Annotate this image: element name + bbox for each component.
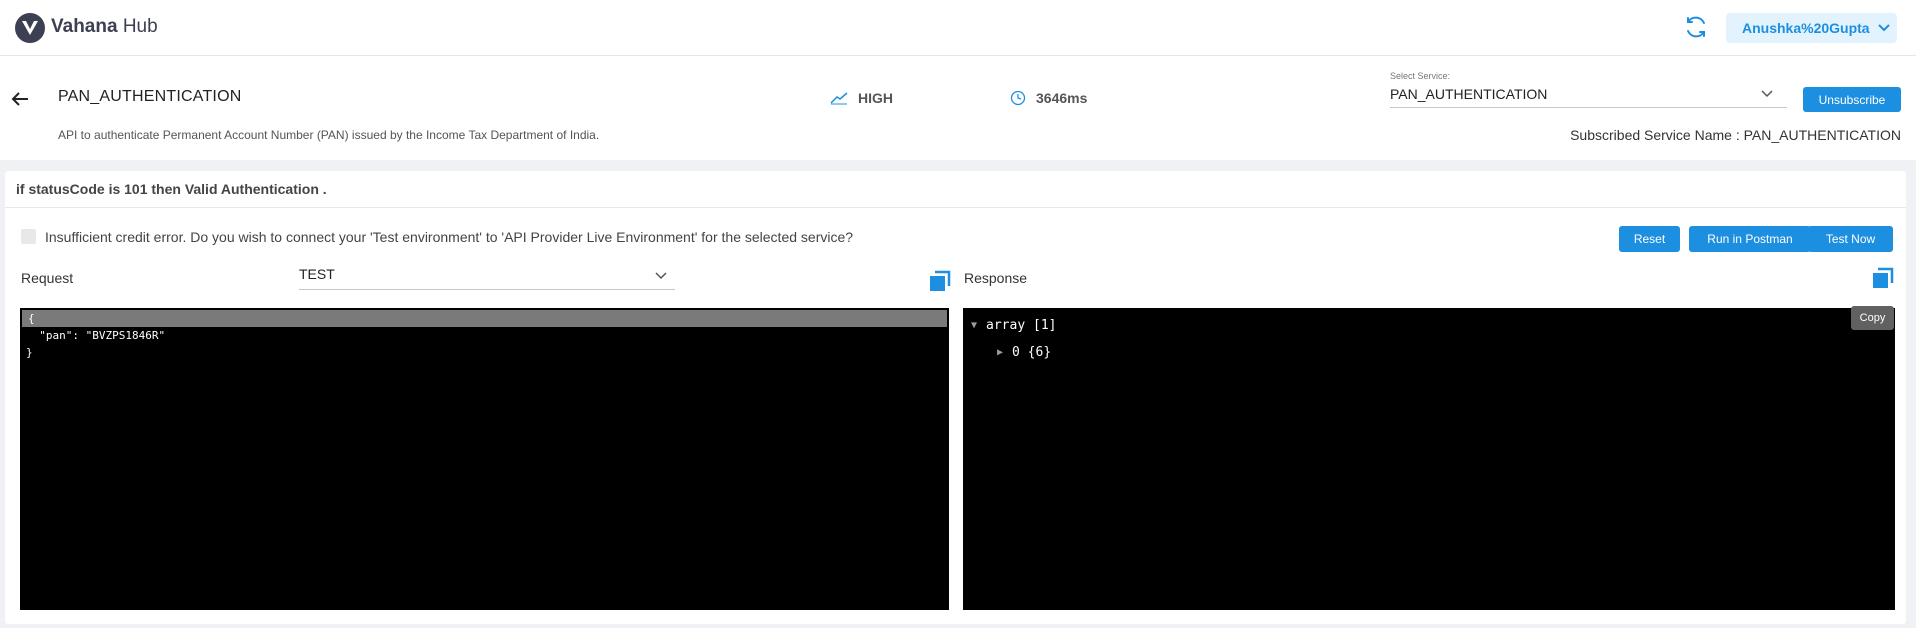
collapse-triangle-icon[interactable]: ▼ [971,320,977,331]
clock-icon [1010,90,1026,106]
brand-bold: Vahana [51,16,118,37]
service-description: API to authenticate Permanent Account Nu… [58,128,600,142]
app-brand[interactable]: Vahana Hub [51,16,158,38]
copy-response-icon[interactable] [1872,267,1894,289]
response-root-label: array [1] [986,318,1057,333]
environment-value: TEST [299,266,335,282]
brand-light: Hub [117,16,158,37]
environment-select[interactable]: TEST [299,266,675,290]
response-item-label: 0 {6} [1012,345,1052,360]
service-select-value: PAN_AUTHENTICATION [1390,86,1548,102]
unsubscribe-button[interactable]: Unsubscribe [1803,87,1901,112]
response-tree-item[interactable]: ▶ 0 {6} [997,345,1051,360]
user-menu-button[interactable]: Anushka%20Gupta [1726,13,1897,43]
latency-metric: 3646ms [1010,90,1087,106]
live-environment-checkbox[interactable] [21,229,36,244]
request-line: "pan": "BVZPS1846R" [26,329,166,342]
response-viewer: ▼ array [1] ▶ 0 {6} [963,308,1895,610]
copy-request-icon[interactable] [929,270,951,292]
trend-icon [830,92,848,105]
request-line: } [26,346,33,359]
traffic-value: HIGH [858,90,893,106]
top-bar: Vahana Hub Anushka%20Gupta [0,0,1916,56]
service-select[interactable]: PAN_AUTHENTICATION [1390,86,1787,108]
user-name: Anushka%20Gupta [1742,20,1870,36]
back-arrow-icon[interactable] [10,89,30,109]
service-header: PAN_AUTHENTICATION API to authenticate P… [0,56,1916,160]
chevron-down-icon [1761,90,1773,98]
reset-button[interactable]: Reset [1619,226,1680,252]
divider [5,207,1906,208]
chevron-down-icon [655,272,667,280]
traffic-metric: HIGH [830,90,893,106]
latency-value: 3646ms [1036,90,1088,106]
test-console-panel: if statusCode is 101 then Valid Authenti… [5,171,1906,624]
response-tree-root[interactable]: ▼ array [1] [971,318,1056,333]
request-line: { [22,310,947,327]
test-now-button[interactable]: Test Now [1808,226,1893,252]
request-label: Request [21,270,74,286]
status-note: if statusCode is 101 then Valid Authenti… [16,181,327,197]
expand-triangle-icon[interactable]: ▶ [997,347,1003,358]
credit-error-message: Insufficient credit error. Do you wish t… [45,229,854,245]
vahana-logo-icon[interactable] [15,13,45,43]
subscribed-service-name: Subscribed Service Name : PAN_AUTHENTICA… [1570,127,1901,143]
refresh-icon[interactable] [1683,14,1709,40]
chevron-down-icon [1877,24,1890,32]
copy-tooltip: Copy [1851,306,1894,330]
request-editor[interactable]: { "pan": "BVZPS1846R" } [20,308,949,610]
response-label: Response [964,270,1028,286]
run-in-postman-button[interactable]: Run in Postman [1689,226,1811,252]
select-service-label: Select Service: [1390,71,1451,81]
service-title: PAN_AUTHENTICATION [58,88,242,105]
